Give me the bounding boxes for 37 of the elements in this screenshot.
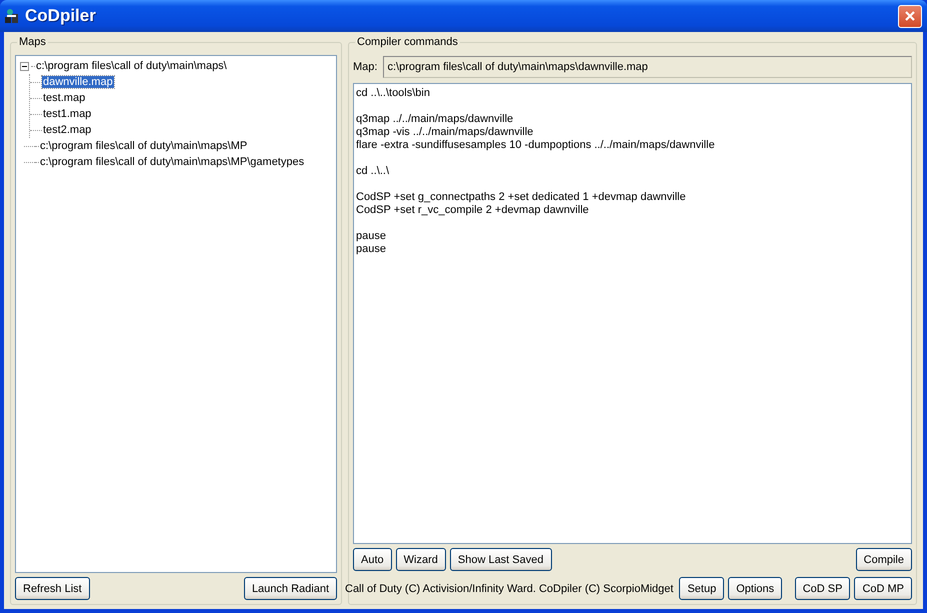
action-button[interactable]: Options [728,577,782,600]
tree-item[interactable]: test2.map [42,124,92,136]
status-text: Call of Duty (C) Activision/Infinity Ward. CoDpiler (C) ScorpioMidget [345,582,674,594]
compile-button[interactable]: Compile [856,548,912,571]
action-button[interactable]: Wizard [396,548,446,571]
close-button[interactable] [898,4,922,28]
close-icon [904,10,916,22]
tree-item[interactable]: test1.map [42,108,92,120]
collapse-icon[interactable] [20,62,29,70]
command-line: cd ..\..\tools\bin [356,87,431,100]
map-label: Map: [353,61,378,73]
action-button[interactable]: Show Last Saved [450,548,552,571]
command-line: q3map ../../main/maps/dawnville [356,113,514,126]
action-button[interactable]: Refresh List [15,577,90,600]
command-line: q3map -vis ../../main/maps/dawnville [356,126,534,139]
group-label: Maps [17,36,48,48]
tree-item[interactable]: c:\program files\call of duty\main\maps\MP\gametypes [39,156,306,168]
command-line: CodSP +set g_connectpaths 2 +set dedicated 1 +devmap dawnville [356,191,687,204]
tree-item[interactable]: test.map [42,92,86,104]
action-button[interactable]: Auto [353,548,392,571]
map-path-field[interactable]: c:\program files\call of duty\main\maps\dawnville.map [383,56,912,78]
tree-item[interactable]: dawnville.map [42,76,114,88]
command-line: flare -extra -sundiffusesamples 10 -dumpoptions ../../main/maps/dawnville [356,139,716,152]
command-line: cd ..\..\ [356,165,390,178]
group-label: Compiler commands [355,36,460,48]
tree-item[interactable]: c:\program files\call of duty\main\maps\MP [39,140,248,152]
launch-button[interactable]: CoD SP [794,577,850,600]
tree-item[interactable]: c:\program files\call of duty\main\maps\ [35,60,228,72]
app-icon [4,8,20,24]
action-button[interactable]: Launch Radiant [244,577,337,600]
command-line: CodSP +set r_vc_compile 2 +devmap dawnville [356,204,590,217]
action-button[interactable]: Setup [679,577,724,600]
command-line: pause [356,243,387,256]
window-title: CoDpiler [25,6,97,26]
command-line: pause [356,230,387,243]
launch-button[interactable]: CoD MP [854,577,912,600]
commands-editor[interactable] [353,83,912,544]
